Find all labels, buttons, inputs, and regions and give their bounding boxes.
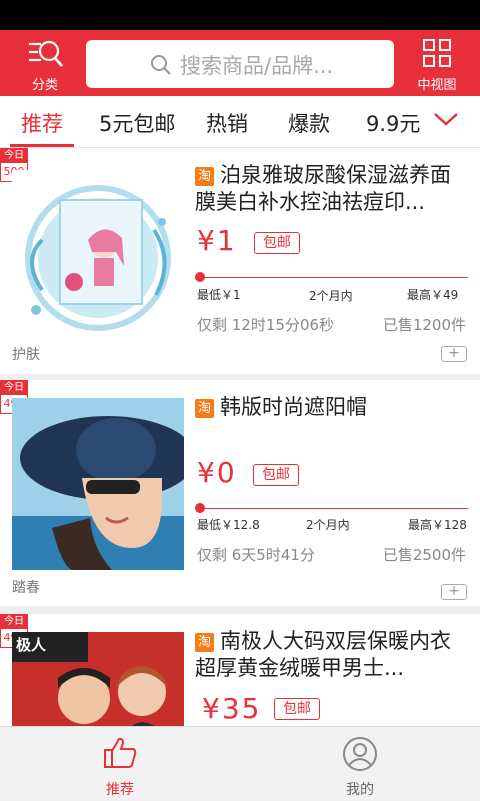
- status-bar: [0, 0, 480, 30]
- thumbs-up-icon: [104, 737, 137, 768]
- category-tabs: 推荐 5元包邮 热销 爆款 9.9元: [0, 96, 480, 148]
- grid-view-icon: [423, 39, 451, 67]
- product-price: ¥0: [197, 456, 237, 489]
- search-placeholder: 搜索商品/品牌...: [180, 54, 334, 78]
- time-remaining: 仅剩 12时15分06秒: [197, 316, 335, 334]
- product-category: 踏春: [12, 580, 40, 596]
- add-button[interactable]: +: [441, 346, 467, 362]
- tab-best-seller[interactable]: 爆款: [288, 108, 330, 138]
- tab-recommend[interactable]: 推荐: [21, 108, 63, 138]
- user-icon: [343, 737, 377, 771]
- history-low: 最低￥12.8: [197, 518, 260, 532]
- product-image: [12, 170, 184, 342]
- product-title[interactable]: 淘韩版时尚遮阳帽: [195, 394, 470, 450]
- history-low: 最低￥1: [197, 288, 241, 302]
- product-category: 护肤: [12, 347, 40, 363]
- taobao-icon: 淘: [195, 399, 214, 418]
- price-history-line: [200, 508, 468, 509]
- history-period: 2个月内: [309, 289, 353, 303]
- nav-recommend-label: 推荐: [106, 782, 134, 798]
- sold-count: 已售2500件: [382, 546, 466, 564]
- search-input[interactable]: 搜索商品/品牌...: [86, 40, 394, 88]
- search-icon: [151, 55, 171, 75]
- chevron-down-icon[interactable]: [432, 110, 460, 128]
- history-high: 最高￥49: [407, 288, 459, 302]
- nav-recommend[interactable]: 推荐: [0, 727, 240, 801]
- bottom-navigation: 推荐 我的: [0, 726, 480, 800]
- product-title[interactable]: 淘南极人大码双层保暖内衣超厚黄金绒暖甲男士...: [195, 628, 470, 684]
- free-shipping-tag: 包邮: [274, 698, 320, 720]
- history-high: 最高￥128: [408, 518, 467, 532]
- tab-5yuan-free-shipping[interactable]: 5元包邮: [99, 108, 175, 138]
- nav-mine[interactable]: 我的: [240, 727, 480, 801]
- tab-9-9-yuan[interactable]: 9.9元: [366, 108, 420, 138]
- category-button[interactable]: 分类: [0, 30, 90, 96]
- active-tab-indicator: [10, 144, 74, 147]
- product-title[interactable]: 淘泊泉雅玻尿酸保湿滋养面膜美白补水控油祛痘印...: [195, 162, 470, 218]
- top-header: 分类 搜索商品/品牌... 中视图: [0, 30, 480, 96]
- tab-hot-sale[interactable]: 热销: [206, 108, 248, 138]
- product-image: [12, 398, 184, 570]
- brand-logo-text: 极人: [16, 636, 47, 654]
- time-remaining: 仅剩 6天5时41分: [197, 546, 315, 564]
- product-card[interactable]: 今日 500 淘泊泉雅玻尿酸保湿滋养面膜美白补水控油祛痘印... ¥1 包邮: [0, 148, 480, 374]
- product-card[interactable]: 今日 499 淘韩版时尚遮阳帽 ¥0 包邮 最低￥12.8 2个月内 最高￥12…: [0, 380, 480, 606]
- nav-mine-label: 我的: [346, 782, 374, 798]
- product-card[interactable]: 今日 498 极人 淘南极人大码双层保暖内衣超厚黄金绒暖甲男士... ¥35 包…: [0, 614, 480, 726]
- price-history-line: [200, 277, 468, 278]
- product-price: ¥1: [197, 224, 237, 257]
- sold-count: 已售1200件: [382, 316, 466, 334]
- product-image: 极人: [12, 632, 184, 726]
- taobao-icon: 淘: [195, 633, 214, 652]
- product-list: 今日 500 淘泊泉雅玻尿酸保湿滋养面膜美白补水控油祛痘印... ¥1 包邮: [0, 148, 480, 726]
- free-shipping-tag: 包邮: [253, 464, 299, 486]
- category-label: 分类: [31, 78, 58, 93]
- view-label: 中视图: [417, 78, 457, 93]
- free-shipping-tag: 包邮: [254, 232, 300, 254]
- taobao-icon: 淘: [195, 167, 214, 186]
- history-period: 2个月内: [306, 518, 350, 532]
- category-search-icon: [29, 40, 63, 67]
- product-price: ¥35: [202, 692, 262, 725]
- add-button[interactable]: +: [441, 584, 467, 600]
- view-toggle-button[interactable]: 中视图: [392, 30, 480, 96]
